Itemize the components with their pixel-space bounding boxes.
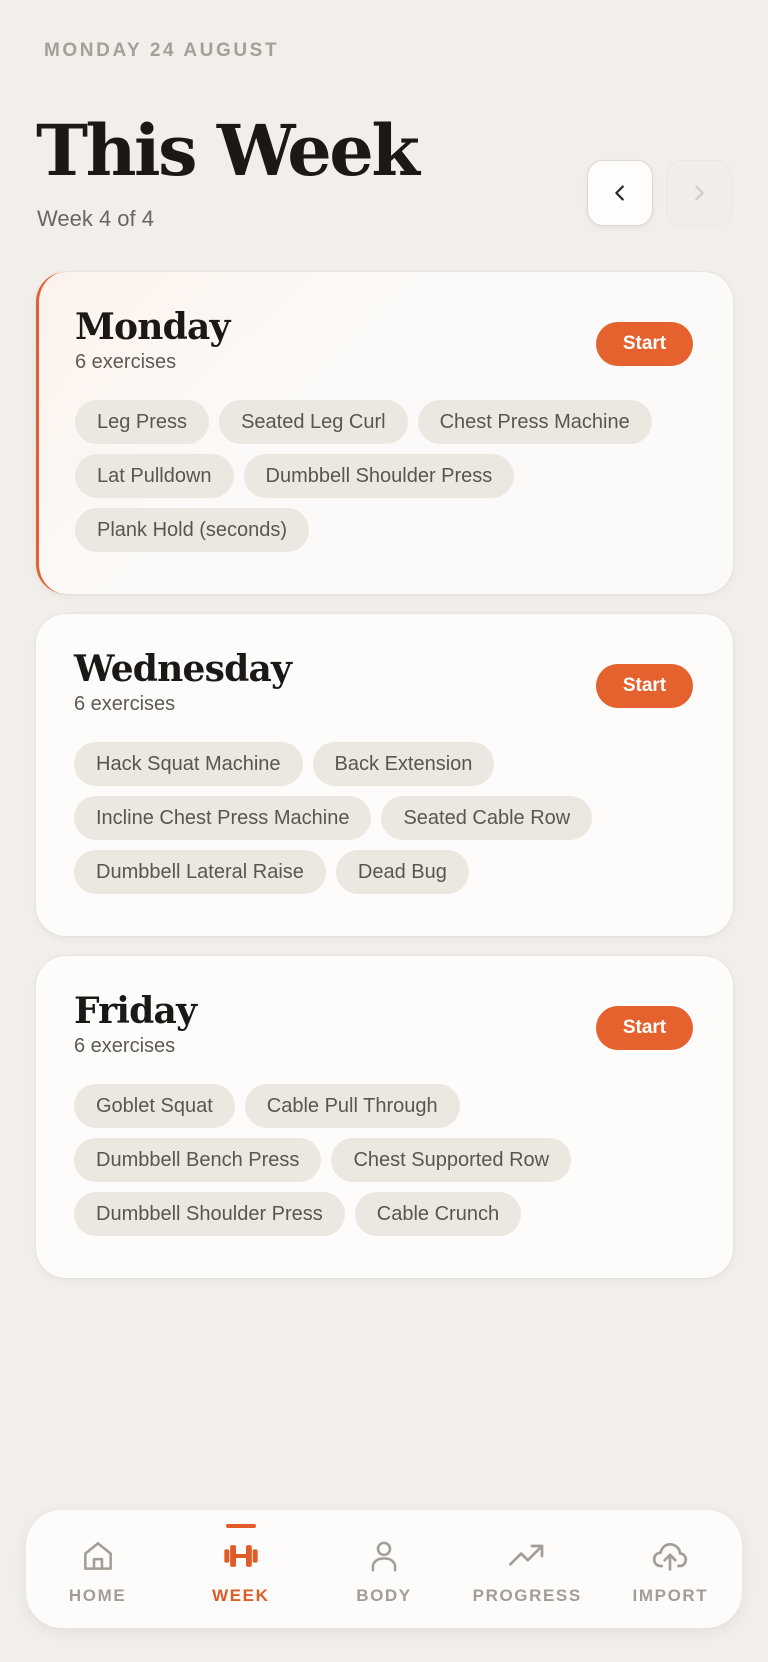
start-monday-button[interactable]: Start — [596, 322, 693, 366]
exercise-chip: Dead Bug — [335, 850, 469, 895]
cloud-upload-icon — [650, 1536, 690, 1576]
tab-label: HOME — [68, 1586, 127, 1605]
tab-progress[interactable]: PROGRESS — [456, 1510, 599, 1628]
exercise-chip: Chest Supported Row — [331, 1138, 572, 1183]
exercise-chip: Cable Pull Through — [244, 1084, 460, 1129]
exercise-chip: Cable Crunch — [354, 1192, 522, 1237]
day-card-friday[interactable]: Friday 6 exercises Start Goblet Squat Ca… — [36, 956, 733, 1278]
tab-body[interactable]: BODY — [312, 1510, 455, 1628]
day-card-wednesday[interactable]: Wednesday 6 exercises Start Hack Squat M… — [36, 614, 733, 936]
exercise-chip: Dumbbell Lateral Raise — [74, 850, 326, 895]
active-tab-indicator — [225, 1524, 256, 1528]
person-icon — [364, 1536, 404, 1576]
next-week-button[interactable] — [666, 160, 732, 226]
day-card-monday[interactable]: Monday 6 exercises Start Leg Press Seate… — [36, 272, 733, 594]
exercise-chip: Back Extension — [312, 742, 495, 787]
exercise-chip: Dumbbell Shoulder Press — [243, 454, 515, 499]
tab-week[interactable]: WEEK — [169, 1510, 312, 1628]
home-icon — [78, 1536, 118, 1576]
exercise-chip: Chest Press Machine — [417, 400, 652, 445]
exercise-list: Hack Squat Machine Back Extension Inclin… — [74, 742, 694, 895]
chevron-left-icon — [615, 185, 624, 201]
bottom-tab-bar: HOME WEEK BODY PROGRESS IMPORT — [26, 1510, 742, 1628]
trend-up-icon — [507, 1536, 547, 1576]
chevron-right-icon — [695, 185, 704, 201]
week-indicator: Week 4 of 4 — [37, 206, 154, 231]
exercise-chip: Dumbbell Bench Press — [74, 1138, 322, 1183]
exercise-chip: Lat Pulldown — [75, 454, 234, 499]
tab-label: IMPORT — [632, 1586, 709, 1605]
tab-home[interactable]: HOME — [26, 1510, 169, 1628]
page-title: This Week — [36, 109, 420, 192]
exercise-chip: Seated Cable Row — [381, 796, 593, 841]
exercise-chip: Seated Leg Curl — [219, 400, 408, 445]
previous-week-button[interactable] — [587, 160, 653, 226]
tab-label: PROGRESS — [472, 1586, 582, 1605]
exercise-chip: Plank Hold (seconds) — [75, 508, 310, 553]
start-friday-button[interactable]: Start — [596, 1006, 693, 1050]
exercise-list: Leg Press Seated Leg Curl Chest Press Ma… — [75, 400, 695, 553]
exercise-chip: Goblet Squat — [74, 1084, 235, 1129]
exercise-chip: Incline Chest Press Machine — [74, 796, 372, 841]
tab-label: BODY — [356, 1586, 412, 1605]
start-wednesday-button[interactable]: Start — [596, 664, 693, 708]
exercise-list: Goblet Squat Cable Pull Through Dumbbell… — [74, 1084, 694, 1237]
tab-label: WEEK — [212, 1586, 270, 1605]
exercise-chip: Hack Squat Machine — [74, 742, 303, 787]
dumbbell-icon — [221, 1536, 261, 1576]
current-date: MONDAY 24 AUGUST — [44, 40, 280, 61]
week-screen: MONDAY 24 AUGUST This Week Week 4 of 4 M… — [0, 0, 768, 1662]
exercise-chip: Dumbbell Shoulder Press — [74, 1192, 345, 1237]
tab-import[interactable]: IMPORT — [599, 1510, 742, 1628]
exercise-chip: Leg Press — [75, 400, 210, 445]
